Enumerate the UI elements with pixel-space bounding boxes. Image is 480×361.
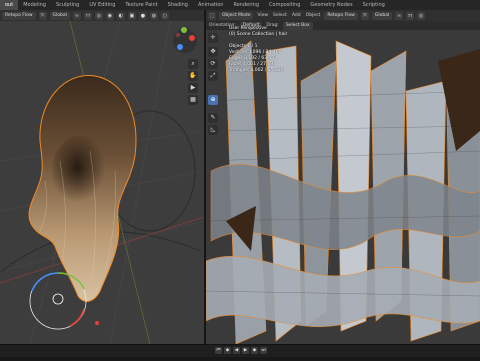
right-viewport[interactable]: Orientation: Default Drag: Select Box Us… xyxy=(206,21,480,344)
grid-icon[interactable]: ▦ xyxy=(188,95,198,105)
play-icon[interactable]: ▶ xyxy=(242,347,249,354)
scene-collection-label: (0) Scene Collection | hair xyxy=(229,32,288,37)
editor-type-icon[interactable]: ⬚ xyxy=(208,11,216,20)
link-icon[interactable]: ∞ xyxy=(72,11,81,20)
tab-uv-editing[interactable]: UV Editing xyxy=(84,0,120,10)
left-viewport-header: Retopo Flow ⤧ Global ∞ ⊓ ◎ ◉ ◐ ▣ ● ◍ ○ xyxy=(0,10,204,21)
hand-icon[interactable]: ✋ xyxy=(188,71,198,81)
menu-object[interactable]: Object xyxy=(305,12,322,20)
stat-triangles: Triangles 8,002 / 55,386 xyxy=(229,68,284,73)
left-viewport[interactable]: ⌕ ✋ ▶ ▦ xyxy=(0,21,204,344)
stat-faces: Faces 4,001 / 27,693 xyxy=(229,62,276,67)
annotate-icon[interactable]: ✎ xyxy=(208,113,218,123)
right-pivot-dropdown[interactable]: Global xyxy=(371,11,393,20)
tab-texture-paint[interactable]: Texture Paint xyxy=(120,0,162,10)
transform-orientation-dropdown[interactable]: Retopo Flow xyxy=(2,11,36,20)
menu-add[interactable]: Add xyxy=(291,12,302,20)
tab-layout[interactable]: out xyxy=(0,0,19,10)
play-reverse-icon[interactable]: ◀ xyxy=(233,347,240,354)
prev-keyframe-icon[interactable]: ◆ xyxy=(224,347,231,354)
right-transform-orientation-dropdown[interactable]: Retopo Flow xyxy=(324,11,358,20)
tab-compositing[interactable]: Compositing xyxy=(264,0,305,10)
jump-start-icon[interactable]: ⏮ xyxy=(215,347,222,354)
tab-scripting[interactable]: Scripting xyxy=(358,0,390,10)
link-icon[interactable]: ∞ xyxy=(395,11,404,20)
camera-icon[interactable]: ▶ xyxy=(188,83,198,93)
stat-vertices: Vertices 4,096 / 34,465 xyxy=(229,50,282,55)
stat-objects: Objects 1 / 1 xyxy=(229,44,258,49)
tab-shading[interactable]: Shading xyxy=(163,0,193,10)
pivot-dropdown[interactable]: Global xyxy=(49,11,70,20)
tab-modeling[interactable]: Modeling xyxy=(18,0,51,10)
next-keyframe-icon[interactable]: ◆ xyxy=(251,347,258,354)
transform-icon[interactable]: ⤧ xyxy=(38,11,47,20)
overlay-icon[interactable]: ◐ xyxy=(116,11,125,20)
shading-rendered-icon[interactable]: ○ xyxy=(160,11,169,20)
jump-end-icon[interactable]: ⏭ xyxy=(260,347,267,354)
snap-icon[interactable]: ⊓ xyxy=(406,11,415,20)
shading-material-icon[interactable]: ◍ xyxy=(149,11,158,20)
timeline-track[interactable] xyxy=(0,357,480,361)
proportional-icon[interactable]: ◎ xyxy=(94,11,103,20)
view-name: User Perspective xyxy=(229,26,267,31)
xray-icon[interactable]: ▣ xyxy=(127,11,136,20)
mode-dropdown[interactable]: Object Mode xyxy=(219,11,254,20)
transform-icon[interactable]: ⤧ xyxy=(360,11,369,20)
workspace-tab-bar: out Modeling Sculpting UV Editing Textur… xyxy=(0,0,480,10)
right-viewport-header: ⬚ Object Mode View Select Add Object Ret… xyxy=(206,10,480,21)
tab-geometry-nodes[interactable]: Geometry Nodes xyxy=(305,0,357,10)
move-icon[interactable]: ✥ xyxy=(208,47,218,57)
tab-rendering[interactable]: Rendering xyxy=(228,0,264,10)
left-viewport-scene xyxy=(0,21,204,344)
zoom-icon[interactable]: ⌕ xyxy=(188,59,198,69)
stat-edges: Edges 8,192 / 63,504 xyxy=(229,56,278,61)
snap-icon[interactable]: ⊓ xyxy=(83,11,92,20)
menu-select[interactable]: Select xyxy=(272,12,288,20)
measure-icon[interactable]: ◺ xyxy=(208,125,218,135)
cursor-icon[interactable]: ✛ xyxy=(208,33,218,43)
scale-icon[interactable]: ⤢ xyxy=(208,71,218,81)
timeline-bar: ⏮ ◆ ◀ ▶ ◆ ⏭ xyxy=(0,344,480,361)
tab-animation[interactable]: Animation xyxy=(193,0,229,10)
shading-solid-icon[interactable]: ● xyxy=(138,11,147,20)
menu-view[interactable]: View xyxy=(256,12,269,20)
tab-sculpting[interactable]: Sculpting xyxy=(51,0,84,10)
transform-icon[interactable]: ⊕ xyxy=(208,95,218,105)
proportional-icon[interactable]: ◎ xyxy=(417,11,426,20)
visibility-icon[interactable]: ◉ xyxy=(105,11,114,20)
rotate-icon[interactable]: ⟳ xyxy=(208,59,218,69)
